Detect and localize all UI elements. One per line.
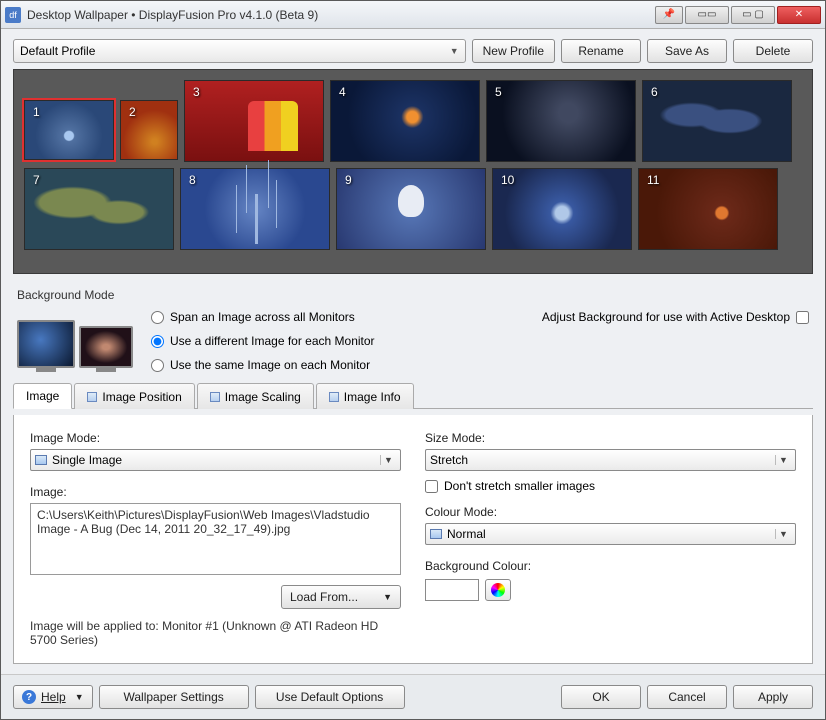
load-row: Load From... ▼	[30, 585, 401, 609]
colour-mode-label: Colour Mode:	[425, 505, 796, 519]
dont-stretch-label: Don't stretch smaller images	[444, 479, 595, 493]
image-path-box[interactable]: C:\Users\Keith\Pictures\DisplayFusion\We…	[30, 503, 401, 575]
tab-panel-image: Image Mode: Single Image ▼ Image: C:\Use…	[13, 415, 813, 664]
adjust-checkbox[interactable]	[796, 311, 809, 324]
radio-same[interactable]: Use the same Image on each Monitor	[151, 358, 375, 372]
content-area: Default Profile ▼ New Profile Rename Sav…	[1, 29, 825, 674]
profile-value: Default Profile	[20, 44, 95, 58]
radio-different[interactable]: Use a different Image for each Monitor	[151, 334, 375, 348]
tab-image[interactable]: Image	[13, 383, 72, 409]
pin-icon[interactable]: 📌	[655, 6, 683, 24]
monitor-10[interactable]: 10	[492, 168, 632, 250]
monitor-2[interactable]: 2	[120, 100, 178, 160]
cancel-button[interactable]: Cancel	[647, 685, 727, 709]
use-default-options-button[interactable]: Use Default Options	[255, 685, 405, 709]
monitor-11[interactable]: 11	[638, 168, 778, 250]
image-mode-label: Image Mode:	[30, 431, 401, 445]
radio-same-input[interactable]	[151, 359, 164, 372]
size-mode-select[interactable]: Stretch ▼	[425, 449, 796, 471]
dont-stretch-row[interactable]: Don't stretch smaller images	[425, 479, 796, 493]
titlebar: df Desktop Wallpaper • DisplayFusion Pro…	[1, 1, 825, 29]
image-mode-value: Single Image	[52, 453, 380, 467]
chevron-down-icon: ▼	[775, 455, 791, 465]
tab-image-info[interactable]: Image Info	[316, 383, 414, 409]
bg-colour-swatch[interactable]	[425, 579, 479, 601]
bgmode-radio-group: Span an Image across all Monitors Use a …	[151, 308, 375, 372]
apply-button[interactable]: Apply	[733, 685, 813, 709]
image-icon	[430, 529, 442, 539]
chevron-down-icon: ▼	[383, 592, 392, 602]
chevron-down-icon: ▼	[450, 46, 459, 56]
load-from-button[interactable]: Load From... ▼	[281, 585, 401, 609]
window-layout-icon[interactable]: ▭▭	[685, 6, 729, 24]
window-title: Desktop Wallpaper • DisplayFusion Pro v4…	[27, 8, 655, 22]
help-icon: ?	[22, 690, 36, 704]
adjust-active-desktop[interactable]: Adjust Background for use with Active De…	[542, 308, 809, 324]
chevron-down-icon: ▼	[75, 692, 84, 702]
delete-button[interactable]: Delete	[733, 39, 813, 63]
monitor-6[interactable]: 6	[642, 80, 792, 162]
tab-bar: Image Image Position Image Scaling Image…	[13, 382, 813, 409]
app-window: df Desktop Wallpaper • DisplayFusion Pro…	[0, 0, 826, 720]
tab-image-position[interactable]: Image Position	[74, 383, 194, 409]
monitor-3[interactable]: 3	[184, 80, 324, 162]
colour-wheel-icon	[491, 583, 505, 597]
monitor-9[interactable]: 9	[336, 168, 486, 250]
monitor-4[interactable]: 4	[330, 80, 480, 162]
square-icon	[329, 392, 339, 402]
applied-status: Image will be applied to: Monitor #1 (Un…	[30, 619, 401, 647]
bg-colour-label: Background Colour:	[425, 559, 796, 573]
colour-picker-button[interactable]	[485, 579, 511, 601]
monitor-5[interactable]: 5	[486, 80, 636, 162]
profile-select[interactable]: Default Profile ▼	[13, 39, 466, 63]
minimize-maximize-icon[interactable]: ▭ ▢	[731, 6, 775, 24]
image-mode-select[interactable]: Single Image ▼	[30, 449, 401, 471]
radio-different-input[interactable]	[151, 335, 164, 348]
preview-monitor-2	[79, 326, 133, 368]
monitor-8[interactable]: 8	[180, 168, 330, 250]
bg-colour-row	[425, 579, 796, 601]
wallpaper-settings-button[interactable]: Wallpaper Settings	[99, 685, 249, 709]
background-mode-row: Span an Image across all Monitors Use a …	[17, 308, 809, 372]
background-mode-section: Background Mode Span an Image across all…	[13, 280, 813, 372]
image-path-label: Image:	[30, 485, 401, 499]
left-column: Image Mode: Single Image ▼ Image: C:\Use…	[30, 429, 401, 653]
square-icon	[87, 392, 97, 402]
radio-same-label: Use the same Image on each Monitor	[170, 358, 370, 372]
radio-different-label: Use a different Image for each Monitor	[170, 334, 375, 348]
app-icon: df	[5, 7, 21, 23]
size-mode-label: Size Mode:	[425, 431, 796, 445]
colour-mode-select[interactable]: Normal ▼	[425, 523, 796, 545]
preview-monitor-1	[17, 320, 75, 368]
new-profile-button[interactable]: New Profile	[472, 39, 555, 63]
rename-button[interactable]: Rename	[561, 39, 641, 63]
right-column: Size Mode: Stretch ▼ Don't stretch small…	[425, 429, 796, 653]
help-button[interactable]: ? Help ▼	[13, 685, 93, 709]
colour-mode-value: Normal	[447, 527, 775, 541]
adjust-label: Adjust Background for use with Active De…	[542, 310, 790, 324]
footer: ? Help ▼ Wallpaper Settings Use Default …	[1, 674, 825, 719]
background-mode-label: Background Mode	[17, 288, 809, 302]
close-icon[interactable]: ✕	[777, 6, 821, 24]
radio-span-input[interactable]	[151, 311, 164, 324]
square-icon	[210, 392, 220, 402]
profile-row: Default Profile ▼ New Profile Rename Sav…	[13, 39, 813, 63]
chevron-down-icon: ▼	[775, 529, 791, 539]
image-icon	[35, 455, 47, 465]
save-as-button[interactable]: Save As	[647, 39, 727, 63]
tab-image-scaling[interactable]: Image Scaling	[197, 383, 314, 409]
monitor-grid: 1 2 3 4 5 6 7 8 9 10 11	[13, 69, 813, 274]
monitor-1[interactable]: 1	[24, 100, 114, 160]
window-controls: 📌 ▭▭ ▭ ▢ ✕	[655, 6, 821, 24]
monitor-preview-icon	[17, 308, 137, 368]
ok-button[interactable]: OK	[561, 685, 641, 709]
radio-span-label: Span an Image across all Monitors	[170, 310, 355, 324]
radio-span[interactable]: Span an Image across all Monitors	[151, 310, 375, 324]
monitor-7[interactable]: 7	[24, 168, 174, 250]
chevron-down-icon: ▼	[380, 455, 396, 465]
dont-stretch-checkbox[interactable]	[425, 480, 438, 493]
size-mode-value: Stretch	[430, 453, 775, 467]
